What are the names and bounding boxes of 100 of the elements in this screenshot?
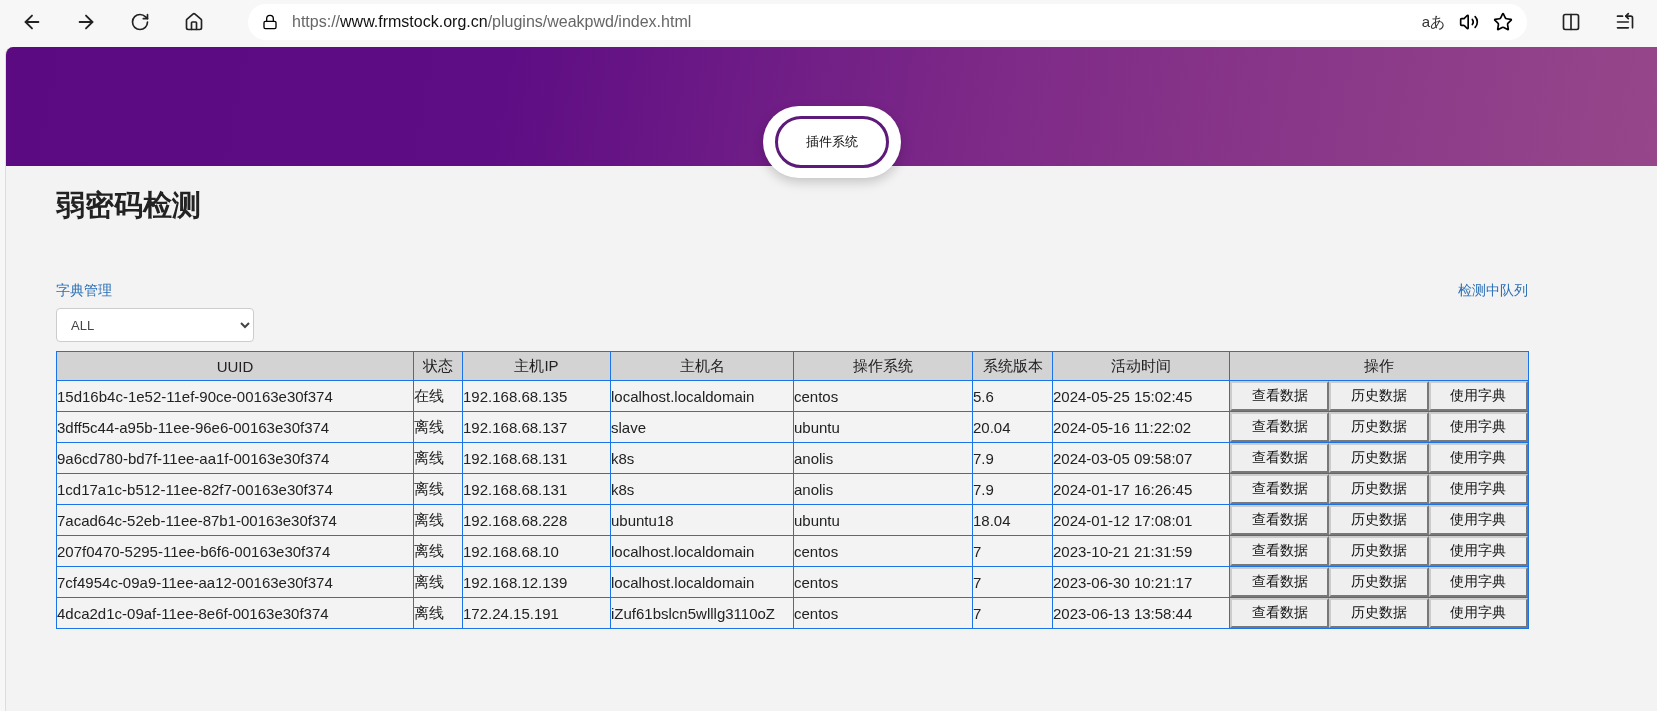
action-button[interactable]: 历史数据 <box>1329 505 1429 535</box>
table-cell: 15d16b4c-1e52-11ef-90ce-00163e30f374 <box>56 380 414 412</box>
dictionary-link[interactable]: 字典管理 <box>56 282 112 300</box>
action-button[interactable]: 查看数据 <box>1230 598 1330 628</box>
action-button[interactable]: 使用字典 <box>1428 474 1528 504</box>
table-cell: centos <box>793 380 973 412</box>
table-cell: 9a6cd780-bd7f-11ee-aa1f-00163e30f374 <box>56 442 414 474</box>
table-cell: centos <box>793 597 973 629</box>
action-button[interactable]: 历史数据 <box>1329 536 1429 566</box>
table-cell: 在线 <box>413 380 463 412</box>
action-button[interactable]: 历史数据 <box>1329 443 1429 473</box>
filter-select[interactable]: ALL <box>56 308 254 342</box>
table-cell: localhost.localdomain <box>610 535 794 567</box>
table-cell: 192.168.68.228 <box>462 504 611 536</box>
table-cell: 离线 <box>413 597 463 629</box>
table-cell: 2023-10-21 21:31:59 <box>1052 535 1230 567</box>
table-cell: 7 <box>972 566 1053 598</box>
table-cell: 192.168.68.131 <box>462 442 611 474</box>
action-button[interactable]: 使用字典 <box>1428 567 1528 597</box>
table-cell: 20.04 <box>972 411 1053 443</box>
action-button[interactable]: 历史数据 <box>1329 567 1429 597</box>
lock-icon <box>262 14 278 30</box>
table-cell: 18.04 <box>972 504 1053 536</box>
action-button[interactable]: 历史数据 <box>1329 412 1429 442</box>
action-button[interactable]: 查看数据 <box>1230 474 1330 504</box>
action-button[interactable]: 使用字典 <box>1428 412 1528 442</box>
column-header: 主机IP <box>462 351 611 381</box>
table-cell: 207f0470-5295-11ee-b6f6-00163e30f374 <box>56 535 414 567</box>
column-header: 状态 <box>413 351 463 381</box>
action-button[interactable]: 查看数据 <box>1230 381 1330 411</box>
action-button[interactable]: 使用字典 <box>1428 505 1528 535</box>
queue-link[interactable]: 检测中队列 <box>1458 282 1528 300</box>
table-cell: 192.168.68.10 <box>462 535 611 567</box>
table-cell: 7cf4954c-09a9-11ee-aa12-00163e30f374 <box>56 566 414 598</box>
table-cell: 2024-01-12 17:08:01 <box>1052 504 1230 536</box>
action-button[interactable]: 查看数据 <box>1230 505 1330 535</box>
url-text: https://www.frmstock.org.cn/plugins/weakpwd/index.html <box>292 13 693 31</box>
table-cell: 离线 <box>413 411 463 443</box>
action-button[interactable]: 使用字典 <box>1428 598 1528 628</box>
action-button[interactable]: 查看数据 <box>1230 443 1330 473</box>
table-cell: 172.24.15.191 <box>462 597 611 629</box>
table-cell: 192.168.68.135 <box>462 380 611 412</box>
split-screen-icon[interactable] <box>1561 12 1581 32</box>
table-cell: slave <box>610 411 794 443</box>
table-cell: anolis <box>793 442 973 474</box>
table-cell: 2023-06-30 10:21:17 <box>1052 566 1230 598</box>
table-cell: 离线 <box>413 535 463 567</box>
table-cell: 192.168.12.139 <box>462 566 611 598</box>
table-cell: k8s <box>610 442 794 474</box>
table-cell: 192.168.68.137 <box>462 411 611 443</box>
page-title: 弱密码检测 <box>56 188 202 223</box>
table-cell: ubuntu18 <box>610 504 794 536</box>
column-header: 操作系统 <box>793 351 973 381</box>
favorite-star-icon[interactable] <box>1493 12 1513 32</box>
table-cell: 7.9 <box>972 442 1053 474</box>
table-cell: 7acad64c-52eb-11ee-87b1-00163e30f374 <box>56 504 414 536</box>
home-icon[interactable] <box>184 12 204 32</box>
reload-icon[interactable] <box>130 12 150 32</box>
table-cell: 2024-01-17 16:26:45 <box>1052 473 1230 505</box>
action-button[interactable]: 查看数据 <box>1230 412 1330 442</box>
action-button[interactable]: 查看数据 <box>1230 536 1330 566</box>
table-cell: k8s <box>610 473 794 505</box>
plugin-system-badge[interactable]: 插件系统 <box>774 116 889 168</box>
table-cell: 离线 <box>413 473 463 505</box>
table-cell: 7.9 <box>972 473 1053 505</box>
action-button[interactable]: 使用字典 <box>1428 536 1528 566</box>
table-cell: 4dca2d1c-09af-11ee-8e6f-00163e30f374 <box>56 597 414 629</box>
table-cell: 离线 <box>413 442 463 474</box>
action-button[interactable]: 使用字典 <box>1428 381 1528 411</box>
table-cell: iZuf61bslcn5wlllg3110oZ <box>610 597 794 629</box>
table-cell: 7 <box>972 597 1053 629</box>
column-header: 主机名 <box>610 351 794 381</box>
translate-button[interactable]: aあ <box>1421 12 1445 32</box>
action-button[interactable]: 历史数据 <box>1329 598 1429 628</box>
action-button[interactable]: 历史数据 <box>1329 381 1429 411</box>
table-cell: 2024-03-05 09:58:07 <box>1052 442 1230 474</box>
action-button[interactable]: 使用字典 <box>1428 443 1528 473</box>
column-header: 系统版本 <box>972 351 1053 381</box>
table-cell: 2024-05-16 11:22:02 <box>1052 411 1230 443</box>
table-cell: 7 <box>972 535 1053 567</box>
table-cell: centos <box>793 566 973 598</box>
column-header: 操作 <box>1229 351 1529 381</box>
speaker-icon[interactable] <box>1459 12 1479 32</box>
address-bar[interactable]: https://www.frmstock.org.cn/plugins/weakpwd/index.html aあ <box>248 4 1527 40</box>
column-header: UUID <box>56 351 414 381</box>
favorites-list-icon[interactable] <box>1615 12 1635 32</box>
table-cell: 192.168.68.131 <box>462 473 611 505</box>
table-cell: ubuntu <box>793 411 973 443</box>
table-cell: 2024-05-25 15:02:45 <box>1052 380 1230 412</box>
table-cell: 离线 <box>413 566 463 598</box>
table-cell: localhost.localdomain <box>610 566 794 598</box>
table-cell: 2023-06-13 13:58:44 <box>1052 597 1230 629</box>
action-button[interactable]: 历史数据 <box>1329 474 1429 504</box>
table-cell: 3dff5c44-a95b-11ee-96e6-00163e30f374 <box>56 411 414 443</box>
table-cell: 1cd17a1c-b512-11ee-82f7-00163e30f374 <box>56 473 414 505</box>
table-cell: 离线 <box>413 504 463 536</box>
column-header: 活动时间 <box>1052 351 1230 381</box>
table-cell: localhost.localdomain <box>610 380 794 412</box>
table-cell: centos <box>793 535 973 567</box>
action-button[interactable]: 查看数据 <box>1230 567 1330 597</box>
